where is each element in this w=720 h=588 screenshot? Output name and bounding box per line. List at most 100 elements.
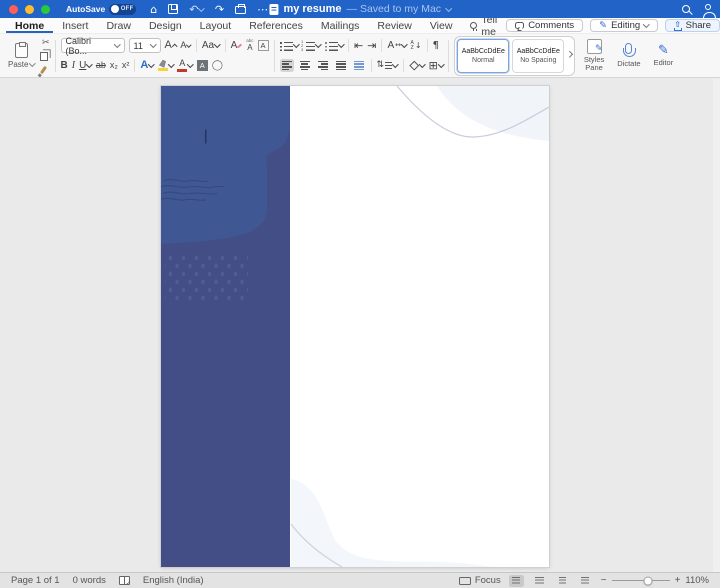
redo-icon[interactable]: ↷ — [215, 4, 224, 15]
close-window-button[interactable] — [9, 4, 18, 14]
draft-view-button[interactable] — [578, 575, 593, 587]
group-divider — [54, 39, 56, 72]
print-layout-view-button[interactable] — [508, 574, 524, 587]
tab-mailings[interactable]: Mailings — [312, 18, 369, 33]
numbering-button[interactable] — [301, 40, 322, 52]
text-effects-button[interactable]: A — [140, 60, 155, 71]
account-share-icon[interactable] — [703, 4, 716, 18]
distribute-text-button[interactable] — [352, 59, 366, 72]
styles-gallery-expand-icon[interactable] — [566, 51, 573, 58]
tab-home[interactable]: Home — [6, 18, 53, 33]
paste-button[interactable]: Paste — [5, 41, 38, 70]
borders-button[interactable]: ⊞ — [429, 60, 445, 71]
proofing-status-icon[interactable] — [118, 576, 131, 587]
comment-icon — [515, 22, 525, 29]
save-icon[interactable] — [168, 4, 179, 14]
document-canvas[interactable] — [0, 79, 720, 572]
page-count[interactable]: Page 1 of 1 — [11, 575, 60, 586]
tab-tell-me[interactable]: Tell me — [461, 14, 506, 38]
titlebar-right — [682, 4, 716, 18]
font-size-select[interactable]: 11 — [128, 38, 161, 53]
bold-button[interactable]: B — [61, 60, 68, 71]
align-right-button[interactable] — [316, 59, 330, 72]
cut-icon[interactable]: ✂ — [42, 38, 50, 48]
web-layout-view-button[interactable] — [532, 575, 547, 587]
undo-button[interactable]: ↶ — [189, 4, 205, 15]
bullet-list-icon — [279, 40, 293, 52]
decrease-indent-button[interactable]: ⇤ — [354, 40, 363, 51]
draft-view-icon — [581, 576, 590, 585]
search-icon[interactable] — [682, 5, 690, 13]
highlight-color-button[interactable] — [157, 60, 175, 71]
align-center-button[interactable] — [298, 59, 312, 72]
change-case-button[interactable]: Aa — [202, 40, 221, 51]
comments-button[interactable]: Comments — [506, 19, 584, 32]
show-paragraph-marks-button[interactable]: ¶ — [433, 40, 439, 51]
document-page[interactable] — [161, 86, 549, 567]
bullets-button[interactable] — [279, 40, 299, 52]
more-commands-icon[interactable]: ⋯ — [257, 4, 268, 15]
character-shading-button[interactable]: A — [196, 60, 208, 71]
tab-view[interactable]: View — [421, 18, 462, 33]
editor-label: Editor — [653, 57, 674, 67]
share-icon: ⇧ — [673, 19, 682, 31]
font-color-button[interactable]: A — [177, 59, 194, 72]
grow-font-button[interactable]: A — [165, 40, 178, 51]
home-icon[interactable]: ⌂ — [150, 4, 157, 15]
zoom-in-button[interactable]: + — [675, 575, 681, 586]
tab-insert[interactable]: Insert — [53, 18, 97, 33]
word-count[interactable]: 0 words — [73, 575, 106, 586]
zoom-slider-knob[interactable] — [643, 576, 653, 585]
zoom-level[interactable]: 110% — [685, 575, 709, 586]
underline-button[interactable]: U — [79, 60, 93, 71]
style-card-no-spacing[interactable]: AaBbCcDdEe No Spacing — [512, 38, 565, 73]
style-card-normal[interactable]: AaBbCcDdEe Normal — [457, 38, 510, 73]
character-border-button[interactable]: A — [257, 40, 269, 51]
phonetic-guide-button[interactable]: abc A — [246, 39, 253, 52]
tab-design[interactable]: Design — [140, 18, 191, 33]
paste-label: Paste — [8, 59, 29, 69]
language-selector[interactable]: English (India) — [143, 575, 204, 586]
tab-draw[interactable]: Draw — [97, 18, 140, 33]
copy-icon[interactable] — [39, 52, 48, 61]
align-left-button[interactable] — [279, 59, 294, 72]
sort-button[interactable]: A Z ↓ — [411, 40, 422, 51]
tab-layout[interactable]: Layout — [191, 18, 241, 33]
zoom-out-button[interactable]: − — [601, 575, 607, 586]
superscript-button[interactable]: x² — [122, 61, 130, 70]
justify-button[interactable] — [334, 59, 348, 72]
autosave-toggle[interactable]: OFF — [109, 3, 137, 15]
outline-view-button[interactable] — [555, 575, 570, 587]
share-button[interactable]: ⇧ Share — [664, 19, 720, 32]
multilevel-list-button[interactable] — [324, 40, 344, 52]
zoom-window-button[interactable] — [41, 4, 50, 14]
focus-mode-button[interactable]: Focus — [458, 575, 501, 586]
shading-button[interactable] — [409, 60, 426, 71]
font-name-select[interactable]: Calibri (Bo... — [60, 36, 125, 56]
dictate-button[interactable]: Dictate — [613, 41, 644, 69]
autosave-control[interactable]: AutoSave OFF — [66, 3, 137, 15]
tab-references[interactable]: References — [240, 18, 312, 33]
print-icon[interactable] — [235, 4, 247, 14]
increase-indent-button[interactable]: ⇥ — [367, 40, 376, 51]
subscript-button[interactable]: x₂ — [110, 61, 118, 70]
italic-button[interactable]: I — [72, 60, 75, 71]
format-painter-icon[interactable] — [39, 65, 47, 74]
editor-button[interactable]: ✎ Editor — [650, 43, 678, 68]
line-spacing-button[interactable]: ⇅ — [377, 61, 399, 70]
zoom-slider[interactable] — [611, 576, 670, 585]
minimize-window-button[interactable] — [25, 4, 34, 14]
asian-layout-button[interactable]: A ↔ — [387, 40, 408, 51]
strikethrough-button[interactable]: ab — [96, 61, 106, 70]
clear-formatting-button[interactable]: A — [231, 40, 243, 51]
tab-review[interactable]: Review — [368, 18, 420, 33]
styles-pane-button[interactable]: StylesPane — [580, 38, 608, 74]
editing-button[interactable]: ✎ Editing — [590, 19, 658, 32]
document-title-area[interactable]: my resume — Saved to my Mac — [269, 0, 452, 18]
title-caret-icon[interactable] — [445, 4, 452, 12]
styles-pane-icon — [586, 38, 603, 55]
dictate-label: Dictate — [617, 59, 641, 69]
enclose-characters-button[interactable]: ◯ — [212, 60, 223, 71]
vertical-scrollbar-track[interactable] — [713, 79, 720, 572]
shrink-font-button[interactable]: A — [180, 41, 192, 50]
